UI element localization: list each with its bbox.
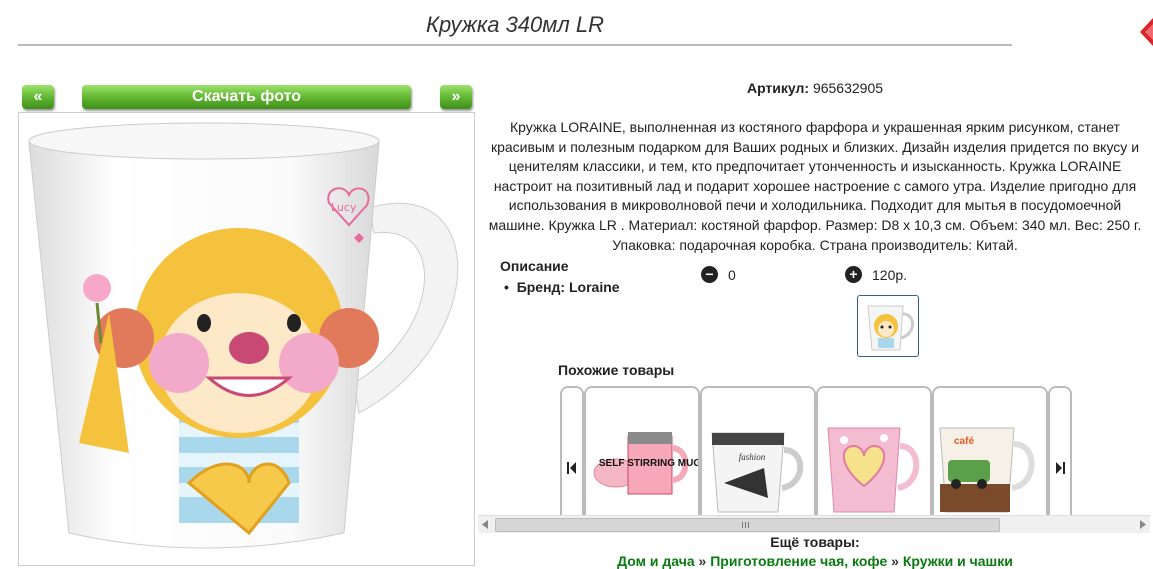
carousel-scrollbar[interactable]	[478, 515, 1150, 533]
similar-item-fashion-mug[interactable]: fashion	[700, 386, 816, 518]
cafe-car-mug-image: café	[939, 427, 1035, 513]
thumbnail-mug-icon	[867, 305, 914, 351]
minus-value: 0	[728, 266, 736, 283]
mug-text: Lucy	[331, 201, 357, 214]
brand-value: Loraine	[568, 279, 620, 295]
similar-products-heading: Похожие товары	[558, 362, 675, 378]
specs-heading: Описание	[500, 258, 569, 274]
minus-icon[interactable]: −	[701, 266, 718, 283]
brand-line: • Бренд: Loraine	[504, 279, 620, 295]
more-products-heading: Ещё товары:	[770, 534, 860, 550]
prev-photo-button[interactable]: «	[22, 85, 54, 109]
scroll-left-icon[interactable]	[481, 520, 489, 529]
download-photo-button[interactable]: Скачать фото	[82, 85, 411, 109]
article-number: 965632905	[812, 80, 884, 96]
title-divider	[18, 44, 1012, 46]
similar-item-cafe-car-mug[interactable]: café	[932, 386, 1048, 518]
scroll-right-icon[interactable]	[1139, 520, 1147, 529]
self-stirring-mug-image: SELF STIRRING MUG	[593, 432, 698, 495]
page-title: Кружка 340мл LR	[425, 12, 605, 37]
mug-cafe-label: café	[954, 436, 974, 447]
similar-item-heart-mug[interactable]	[816, 386, 932, 518]
mug-brand-label: SELF STIRRING MUG	[599, 458, 698, 469]
close-icon[interactable]	[1140, 18, 1153, 46]
scrollbar-thumb[interactable]	[495, 518, 1000, 532]
plus-price: + 120р.	[845, 266, 907, 283]
price-value: 120р.	[872, 266, 908, 283]
mug-illustration: Lucy	[28, 122, 459, 549]
carousel-prev-button[interactable]	[560, 386, 584, 518]
plus-icon[interactable]: +	[845, 266, 862, 283]
next-photo-button[interactable]: »	[440, 85, 472, 109]
carousel-next-button[interactable]	[1048, 386, 1072, 518]
skip-back-icon	[567, 462, 576, 474]
grip-icon	[742, 522, 749, 528]
similar-item-self-stirring-mug[interactable]: SELF STIRRING MUG	[584, 386, 700, 518]
brand-label: Бренд:	[516, 279, 566, 295]
product-photo: Lucy	[18, 112, 475, 566]
minus-counter: − 0	[701, 266, 736, 283]
bullet-icon: •	[504, 279, 513, 295]
heart-pink-mug-image	[827, 427, 920, 513]
article-line: Артикул: 965632905	[480, 80, 1150, 96]
fashion-mug-image: fashion	[711, 432, 804, 513]
product-thumbnail[interactable]	[857, 295, 919, 357]
article-label: Артикул:	[746, 80, 810, 96]
skip-forward-icon	[1056, 462, 1065, 474]
mug-caption: fashion	[739, 452, 766, 462]
product-description: Кружка LORAINE, выполненная из костяного…	[488, 119, 1142, 253]
